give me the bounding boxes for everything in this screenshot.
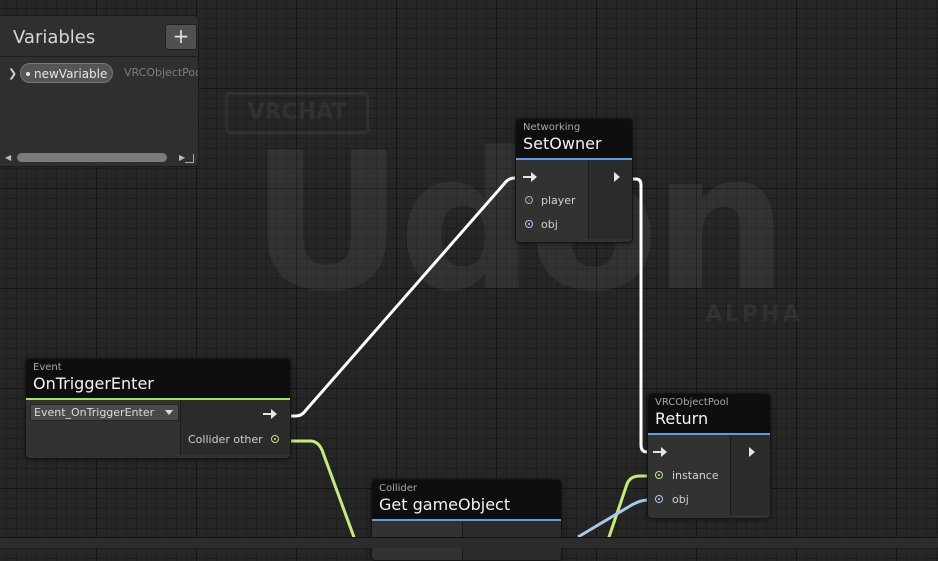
port-dot-icon[interactable] [655, 495, 663, 503]
port-dot-icon[interactable] [271, 435, 279, 443]
node-header: Event OnTriggerEnter [26, 359, 290, 400]
node-outputs [730, 435, 770, 515]
variable-dot-icon [26, 71, 30, 76]
node-on-trigger-enter[interactable]: Event OnTriggerEnter Event_OnTriggerEnte… [25, 358, 291, 459]
node-inputs: player obj [516, 160, 588, 239]
node-category: Event [33, 362, 62, 373]
node-header: Networking SetOwner [516, 119, 632, 160]
variable-chip[interactable]: newVariable [20, 63, 113, 83]
output-collider-other: Collider other [188, 433, 263, 446]
flow-out-arrow-icon[interactable] [749, 447, 755, 457]
scrollbar-thumb[interactable] [17, 153, 167, 162]
gameobject-to-instance-wire [606, 474, 652, 541]
variable-name: newVariable [34, 67, 108, 81]
node-title: Return [655, 409, 709, 428]
add-variable-button[interactable]: + [165, 24, 197, 50]
node-title: SetOwner [523, 134, 602, 153]
event-dropdown[interactable]: Event_OnTriggerEnter [30, 404, 179, 421]
plus-icon: + [172, 24, 190, 48]
node-title: Get gameObject [379, 495, 511, 514]
node-title: OnTriggerEnter [33, 374, 154, 393]
variables-panel-title: Variables [13, 27, 96, 48]
node-return[interactable]: VRCObjectPool Return instance obj [647, 393, 771, 519]
input-player: player [541, 194, 576, 207]
port-dot-icon[interactable] [525, 220, 533, 228]
node-outputs [588, 160, 632, 239]
node-body: Event_OnTriggerEnter Collider other [26, 400, 290, 455]
panel-divider [0, 56, 198, 57]
collider-wire [289, 439, 357, 541]
node-header: Collider Get gameObject [372, 480, 561, 521]
resize-handle[interactable] [185, 154, 194, 163]
chevron-right-icon[interactable]: ❯ [8, 67, 17, 80]
dropdown-caret-icon [165, 410, 173, 415]
flow-in-arrow-icon[interactable] [523, 172, 537, 182]
input-instance: instance [672, 469, 719, 482]
input-obj: obj [541, 218, 558, 231]
dropdown-value: Event_OnTriggerEnter [34, 406, 155, 419]
flow-out-arrow-icon[interactable] [614, 172, 620, 182]
node-header: VRCObjectPool Return [648, 394, 770, 435]
flow-in-arrow-icon[interactable] [653, 447, 667, 457]
node-inputs: Event_OnTriggerEnter [26, 400, 180, 455]
input-obj: obj [672, 493, 689, 506]
bottom-bar [0, 537, 938, 548]
node-category: Networking [523, 122, 581, 133]
port-dot-icon[interactable] [525, 196, 533, 204]
node-inputs: instance obj [648, 435, 730, 515]
node-body: player obj [516, 160, 632, 239]
variables-panel: Variables + ❯ newVariable VRCObjectPool … [0, 15, 199, 167]
node-get-game-object[interactable]: Collider Get gameObject [371, 479, 562, 561]
scroll-left-icon[interactable]: ◀ [5, 153, 11, 162]
node-category: VRCObjectPool [655, 397, 729, 408]
flow-wire-trigger-to-setowner [287, 176, 520, 418]
node-set-owner[interactable]: Networking SetOwner player obj [515, 118, 633, 243]
horizontal-scrollbar[interactable]: ◀ ▶ [1, 152, 196, 164]
node-outputs: Collider other [180, 400, 290, 455]
variable-type: VRCObjectPool [124, 66, 199, 79]
node-category: Collider [379, 483, 418, 494]
flow-out-arrow-icon[interactable] [263, 409, 277, 419]
node-body: instance obj [648, 435, 770, 515]
port-dot-icon[interactable] [655, 471, 663, 479]
